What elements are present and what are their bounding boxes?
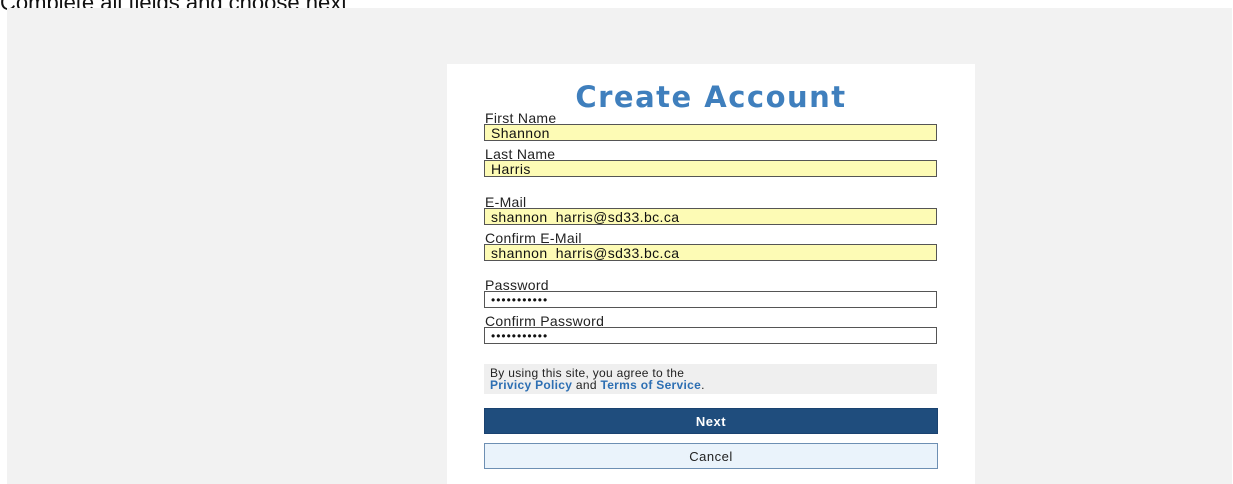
terms-notice: By using this site, you agree to the Pri… (484, 364, 937, 394)
first-name-field[interactable] (484, 124, 937, 141)
password-field[interactable] (484, 291, 937, 308)
email-field[interactable] (484, 208, 937, 225)
last-name-field[interactable] (484, 160, 937, 177)
next-button[interactable]: Next (484, 408, 938, 434)
terms-suffix: . (701, 378, 705, 392)
confirm-password-field[interactable] (484, 327, 937, 344)
terms-joiner: and (575, 378, 597, 392)
terms-of-service-link[interactable]: Terms of Service (600, 378, 701, 392)
create-account-card: Create Account First Name Last Name E-Ma… (447, 64, 975, 484)
confirm-email-field[interactable] (484, 244, 937, 261)
cancel-button[interactable]: Cancel (484, 443, 938, 469)
privacy-policy-link[interactable]: Privicy Policy (490, 378, 572, 392)
page-title: Create Account (575, 80, 847, 114)
